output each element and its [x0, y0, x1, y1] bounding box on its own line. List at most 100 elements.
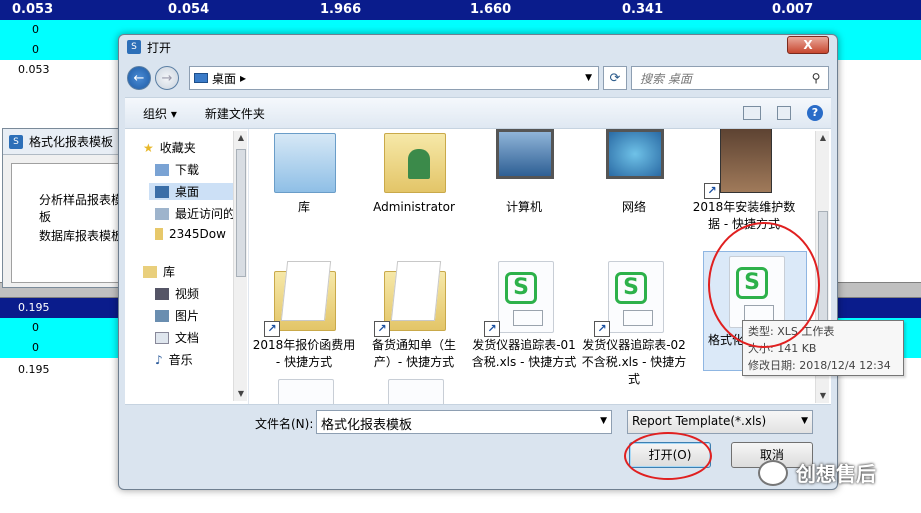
dialog-toolbar: 组织 ▾ 新建文件夹 ?	[125, 97, 831, 129]
filename-value: 格式化报表模板	[321, 418, 413, 433]
search-input[interactable]: 搜索 桌面 ⚲	[631, 66, 829, 90]
scroll-down-icon[interactable]: ▼	[816, 389, 830, 403]
refresh-icon: ⟳	[609, 70, 621, 86]
filename-label: 文件名(N):	[255, 417, 314, 431]
filetype-value: Report Template(*.xls)	[632, 414, 767, 428]
recent-places-icon	[155, 207, 169, 220]
sidebar-item-libraries[interactable]: 库	[143, 263, 175, 280]
address-dropdown-icon[interactable]: ▼	[585, 73, 592, 83]
path-chevron-icon[interactable]: ▸	[240, 71, 246, 85]
sidebar-item-recent[interactable]: 最近访问的	[155, 205, 235, 222]
file-item-quote-fee[interactable]: ↗ 2018年报价函费用 - 快捷方式	[249, 257, 359, 371]
sidebar-item-documents[interactable]: 文档	[155, 329, 199, 346]
sidebar-label: 下载	[175, 163, 200, 177]
sidebar-item-downloads[interactable]: 下载	[155, 161, 199, 178]
document-icon	[155, 331, 169, 344]
refresh-button[interactable]: ⟳	[603, 66, 627, 90]
scroll-up-icon[interactable]: ▲	[816, 131, 830, 145]
sidebar-scrollbar[interactable]: ▲ ▼	[233, 131, 247, 401]
file-label: 2018年报价函费用 - 快捷方式	[252, 338, 356, 369]
organize-button[interactable]: 组织 ▾	[143, 105, 177, 122]
file-item-stock-notice[interactable]: ↗ 备货通知单（生产）- 快捷方式	[359, 257, 469, 371]
user-folder-icon	[374, 129, 454, 199]
filetype-select[interactable]: Report Template(*.xls) ▼	[627, 410, 813, 434]
app-icon: S	[9, 134, 23, 149]
sidebar-label: 文档	[175, 331, 200, 345]
close-button[interactable]: X	[787, 36, 829, 54]
sidebar-item-2345dow[interactable]: 2345Dow	[155, 227, 226, 241]
file-item-partial[interactable]	[359, 379, 469, 404]
star-icon: ★	[143, 140, 154, 155]
address-path: 桌面	[212, 71, 237, 86]
sheet-header-cell: 0.053	[12, 2, 54, 17]
desktop-icon	[155, 185, 169, 198]
help-icon[interactable]: ?	[807, 105, 823, 121]
watermark-text: 创想售后	[796, 462, 876, 486]
file-item-library[interactable]: 库	[249, 129, 359, 216]
computer-icon	[484, 129, 564, 199]
file-label: 库	[297, 200, 310, 214]
watermark: 创想售后	[758, 458, 876, 487]
scroll-up-icon[interactable]: ▲	[234, 131, 248, 145]
photo-shortcut-icon: ↗	[704, 129, 784, 199]
address-bar[interactable]: 桌面 ▸ ▼	[189, 66, 599, 90]
back-button[interactable]: ←	[127, 66, 151, 90]
sidebar-item-desktop[interactable]: 桌面	[149, 183, 233, 200]
new-folder-button[interactable]: 新建文件夹	[205, 105, 265, 122]
file-item-partial[interactable]	[249, 379, 359, 404]
file-label: 备货通知单（生产）- 快捷方式	[371, 338, 456, 369]
music-icon: ♪	[155, 352, 163, 367]
file-item-network[interactable]: 网络	[579, 129, 689, 216]
annotation-ring-open-button	[624, 432, 712, 480]
format-report-dialog: S 格式化报表模板 分析样品报表模板 数据库报表模板	[2, 128, 132, 288]
chevron-down-icon[interactable]: ▼	[801, 416, 808, 426]
file-item-computer[interactable]: 计算机	[469, 129, 579, 216]
toolbar-right: ?	[743, 105, 823, 121]
sheet-header-row: 0.053 0.054 1.966 1.660 0.341 0.007	[0, 0, 921, 20]
user-icon	[408, 149, 430, 179]
sheet-header-cell: 0.054	[168, 2, 210, 17]
xls-shortcut-icon: S ↗	[594, 257, 674, 337]
app-icon: S	[127, 40, 141, 54]
desktop-icon	[194, 73, 208, 83]
sidebar-label: 音乐	[168, 353, 193, 367]
sheet-cell: 0	[32, 341, 39, 354]
sidebar-label: 图片	[175, 309, 200, 323]
file-item-administrator[interactable]: Administrator	[359, 129, 469, 216]
chat-bubble-icon	[758, 459, 788, 486]
annotation-ring-file	[708, 222, 820, 348]
sidebar-scroll-thumb[interactable]	[236, 149, 246, 277]
sidebar-item-favorites[interactable]: ★ 收藏夹	[143, 139, 196, 156]
navigation-pane: ★ 收藏夹 下载 桌面 最近访问的 2345Dow 库 视频 图片 文档 ♪ 音…	[125, 129, 249, 404]
sidebar-item-pictures[interactable]: 图片	[155, 307, 199, 324]
sidebar-label: 桌面	[175, 185, 200, 199]
chevron-down-icon[interactable]: ▼	[600, 416, 607, 426]
tooltip-modified: 修改日期: 2018/12/4 12:34	[748, 359, 891, 372]
view-options-icon[interactable]	[743, 106, 761, 120]
template-option-database[interactable]: 数据库报表模板	[39, 227, 123, 244]
filename-input[interactable]: 格式化报表模板 ▼	[316, 410, 612, 434]
sidebar-label: 2345Dow	[169, 227, 226, 241]
preview-pane-icon[interactable]	[777, 106, 791, 120]
sheet-header-cell: 1.660	[470, 2, 512, 17]
file-label: 发货仪器追踪表-02不含税.xls - 快捷方式	[581, 338, 687, 386]
sheet-cell: 0.195	[18, 363, 50, 376]
navigation-bar: ← → 桌面 ▸ ▼ ⟳ 搜索 桌面 ⚲	[127, 63, 829, 93]
search-icon[interactable]: ⚲	[804, 71, 828, 85]
sidebar-item-music[interactable]: ♪ 音乐	[155, 351, 193, 368]
scroll-down-icon[interactable]: ▼	[234, 387, 248, 401]
file-item-install-data[interactable]: ↗ 2018年安装维护数据 - 快捷方式	[689, 129, 799, 233]
library-icon	[264, 129, 344, 199]
sheet-cell: 0	[32, 43, 39, 56]
arrow-right-icon: →	[161, 70, 173, 86]
file-item-tracking-02[interactable]: S ↗ 发货仪器追踪表-02不含税.xls - 快捷方式	[579, 257, 689, 388]
library-icon	[143, 265, 157, 278]
file-item-tracking-01[interactable]: S ↗ 发货仪器追踪表-01含税.xls - 快捷方式	[469, 257, 579, 371]
sidebar-item-videos[interactable]: 视频	[155, 285, 199, 302]
sidebar-label: 视频	[175, 287, 200, 301]
video-icon	[155, 287, 169, 300]
forward-button[interactable]: →	[155, 66, 179, 90]
file-label: 网络	[621, 200, 646, 214]
sidebar-label: 收藏夹	[159, 141, 196, 155]
shortcut-arrow-icon: ↗	[484, 321, 500, 337]
